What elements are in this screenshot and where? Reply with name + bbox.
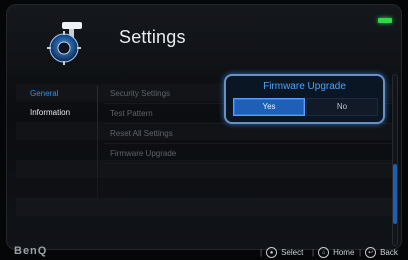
settings-gear-hammer-icon <box>44 20 90 66</box>
dialog-title: Firmware Upgrade <box>263 81 346 92</box>
header: Settings <box>6 4 402 76</box>
brand-logo: BenQ <box>14 245 48 257</box>
footer-select-hint: | ● Select <box>260 247 304 258</box>
menu-item-firmware-upgrade[interactable]: Firmware Upgrade <box>104 144 392 164</box>
no-button[interactable]: No <box>306 98 378 116</box>
firmware-upgrade-dialog: Firmware Upgrade Yes No <box>224 74 385 124</box>
scrollbar[interactable] <box>392 74 398 246</box>
menu-divider <box>97 86 98 206</box>
left-menu: General Information <box>6 84 96 214</box>
menu-item-reset-all-settings[interactable]: Reset All Settings <box>104 124 392 144</box>
left-menu-item-information[interactable]: Information <box>6 103 96 122</box>
yes-button[interactable]: Yes <box>233 98 305 116</box>
footer-home-hint: | ⌂ Home <box>312 247 355 258</box>
left-menu-item-general[interactable]: General <box>6 84 96 103</box>
back-circle-icon: ↩ <box>365 247 377 258</box>
screen-panel: Settings General Information Security Se… <box>6 4 402 250</box>
select-circle-icon: ● <box>266 247 278 258</box>
home-circle-icon: ⌂ <box>318 247 330 258</box>
battery-indicator <box>378 18 392 23</box>
footer-back-hint: | ↩ Back <box>359 247 398 258</box>
page-title: Settings <box>119 27 186 47</box>
scrollbar-thumb[interactable] <box>393 164 397 224</box>
